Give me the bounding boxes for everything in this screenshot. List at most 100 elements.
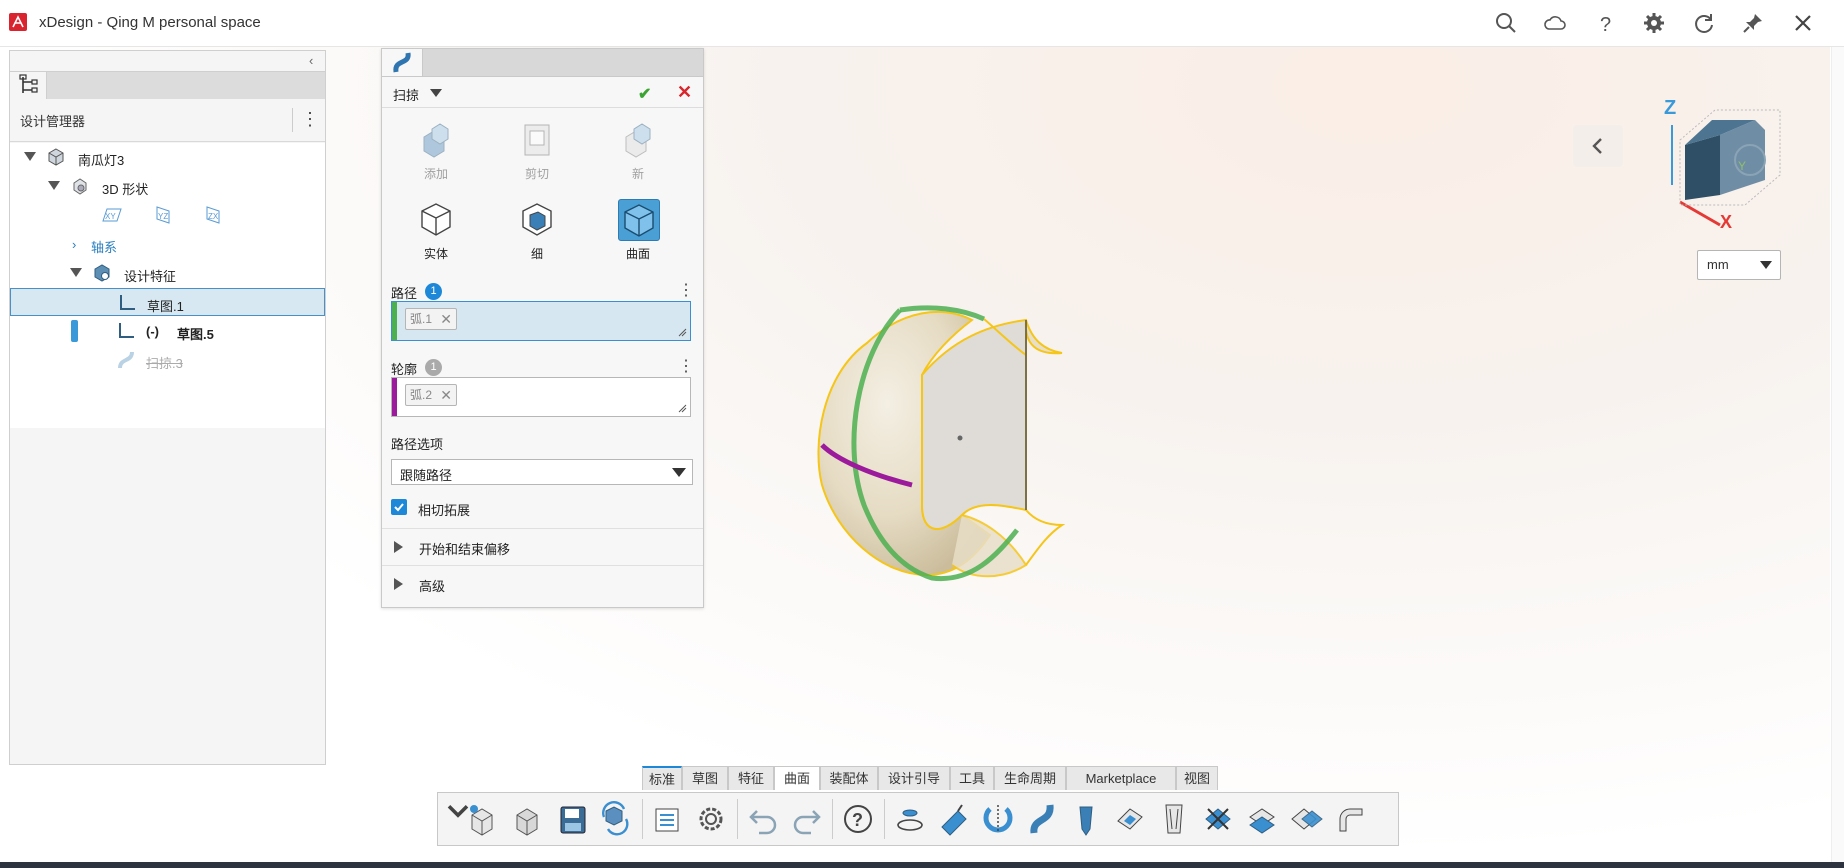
knit-surface-icon[interactable] [1288, 801, 1324, 837]
title-bar: xDesign - Qing M personal space ? [0, 0, 1844, 47]
path-menu-icon[interactable]: ⋮ [678, 282, 694, 300]
plane-yz-icon[interactable]: YZ [151, 205, 175, 225]
z-axis-label: Z [1664, 97, 1676, 119]
x-axis-label: X [1720, 212, 1732, 230]
path-options-select[interactable]: 跟随路径 [391, 459, 693, 485]
close-icon[interactable] [1790, 10, 1816, 36]
plane-xy-icon[interactable]: XY [99, 205, 123, 225]
sweep-tab[interactable] [382, 49, 423, 76]
tree-item-3d-shape[interactable]: 3D 形状 [10, 172, 325, 200]
expand-triangle-icon[interactable] [70, 268, 82, 277]
rollback-bar-handle[interactable] [71, 320, 78, 342]
open-part-icon[interactable] [509, 801, 545, 837]
undo-icon[interactable] [745, 801, 781, 837]
tab-standard[interactable]: 标准 [642, 766, 682, 790]
refresh-icon[interactable] [1691, 10, 1717, 36]
gear-icon[interactable] [1641, 10, 1667, 36]
extrude-surface-icon[interactable] [936, 801, 972, 837]
tangent-label: 相切拓展 [418, 503, 471, 518]
settings-gear-icon[interactable] [693, 801, 729, 837]
new-part-icon[interactable] [464, 801, 500, 837]
pumpkin-lantern-model[interactable] [812, 295, 1092, 595]
features-icon [92, 263, 112, 283]
tab-feature-tree[interactable] [10, 72, 47, 99]
confirm-check-icon[interactable]: ✔ [638, 84, 651, 104]
chip-label: 弧.2 [410, 388, 433, 402]
path-chip[interactable]: 弧.1 ✕ [405, 308, 458, 330]
expand-triangle-icon[interactable] [48, 181, 60, 190]
remove-chip-icon[interactable]: ✕ [440, 309, 452, 329]
remove-chip-icon[interactable]: ✕ [440, 385, 452, 405]
chip-label: 弧.1 [410, 312, 433, 326]
type-surface-button[interactable]: 曲面 [616, 199, 660, 261]
revolve-icon[interactable] [980, 801, 1016, 837]
save-icon[interactable] [554, 801, 590, 837]
expand-arrow-icon [394, 541, 403, 553]
tab-features[interactable]: 特征 [728, 766, 774, 790]
collapse-panel-icon[interactable]: ‹ [309, 54, 321, 68]
op-new-button[interactable]: 新 [616, 119, 660, 181]
loft-surface-icon[interactable] [1068, 801, 1104, 837]
expand-triangle-icon[interactable] [24, 152, 36, 161]
sweep-surface-icon[interactable] [1024, 801, 1060, 837]
profile-menu-icon[interactable]: ⋮ [678, 358, 694, 376]
kebab-menu-icon[interactable]: ⋮ [292, 108, 319, 132]
plane-zx-icon[interactable]: ZX [201, 205, 225, 225]
solid-cube-icon [416, 199, 456, 239]
view-cube[interactable]: Z X Y [1660, 90, 1790, 232]
tab-sketch[interactable]: 草图 [682, 766, 728, 790]
tree-label: 设计特征 [124, 269, 177, 284]
tree-item-sweep-3[interactable]: 扫掠.3 [10, 346, 325, 374]
resize-handle-icon[interactable] [678, 328, 687, 337]
path-label: 路径 [391, 286, 418, 301]
tab-lifecycle[interactable]: 生命周期 [994, 766, 1066, 790]
toolbar-collapse-icon[interactable] [440, 795, 469, 831]
cloud-icon[interactable] [1542, 10, 1568, 36]
tab-marketplace[interactable]: Marketplace [1066, 766, 1176, 790]
boundary-surface-icon[interactable] [1112, 801, 1148, 837]
tree-item-root[interactable]: 南瓜灯3 [10, 143, 325, 171]
tangent-checkbox[interactable] [391, 499, 407, 515]
unit-select[interactable]: mm [1697, 250, 1781, 280]
view-panel-collapse-button[interactable] [1573, 125, 1623, 167]
chevron-right-icon[interactable]: › [72, 237, 76, 252]
viewport-scrollbar[interactable] [1831, 47, 1844, 862]
tree-item-sketch-1[interactable]: 草图.1 [10, 288, 325, 316]
chevron-down-icon [672, 468, 686, 477]
chevron-down-icon[interactable] [430, 89, 442, 97]
op-cut-button[interactable]: 剪切 [515, 119, 559, 181]
shape-icon [70, 176, 90, 196]
tab-design-guide[interactable]: 设计引导 [878, 766, 950, 790]
trim-surface-icon[interactable] [1200, 801, 1236, 837]
search-icon[interactable] [1493, 10, 1519, 36]
path-selection-box[interactable]: 弧.1 ✕ [391, 301, 691, 341]
tab-assembly[interactable]: 装配体 [820, 766, 878, 790]
tree-item-planes: XY YZ ZX [10, 201, 325, 229]
pin-icon[interactable] [1740, 10, 1766, 36]
help-icon[interactable]: ? [1592, 10, 1618, 36]
type-thin-button[interactable]: 细 [515, 199, 559, 261]
profile-color-bar [392, 378, 397, 416]
tab-surface[interactable]: 曲面 [774, 766, 820, 790]
cancel-x-icon[interactable]: ✕ [677, 82, 692, 103]
profile-selection-box[interactable]: 弧.2 ✕ [391, 377, 691, 417]
fill-surface-icon[interactable] [1156, 801, 1192, 837]
revolve-surface-icon[interactable] [892, 801, 928, 837]
offset-surface-icon[interactable] [1244, 801, 1280, 837]
redo-icon[interactable] [789, 801, 825, 837]
ruled-surface-icon[interactable] [1332, 801, 1368, 837]
tree-item-sketch-5[interactable]: (-) 草图.5 [10, 317, 325, 345]
rebuild-icon[interactable] [598, 801, 634, 837]
help-circle-icon[interactable]: ? [840, 801, 876, 837]
advanced-section[interactable]: 高级 [382, 565, 703, 602]
start-end-offset-section[interactable]: 开始和结束偏移 [382, 528, 703, 565]
tree-item-axes[interactable]: › 轴系 [10, 230, 325, 258]
tree-item-design-features[interactable]: 设计特征 [10, 259, 325, 287]
resize-handle-icon[interactable] [678, 404, 687, 413]
type-solid-button[interactable]: 实体 [414, 199, 458, 261]
tab-view[interactable]: 视图 [1176, 766, 1218, 790]
tab-tools[interactable]: 工具 [950, 766, 994, 790]
profile-chip[interactable]: 弧.2 ✕ [405, 384, 458, 406]
options-list-icon[interactable] [650, 801, 686, 837]
op-add-button[interactable]: 添加 [414, 119, 458, 181]
